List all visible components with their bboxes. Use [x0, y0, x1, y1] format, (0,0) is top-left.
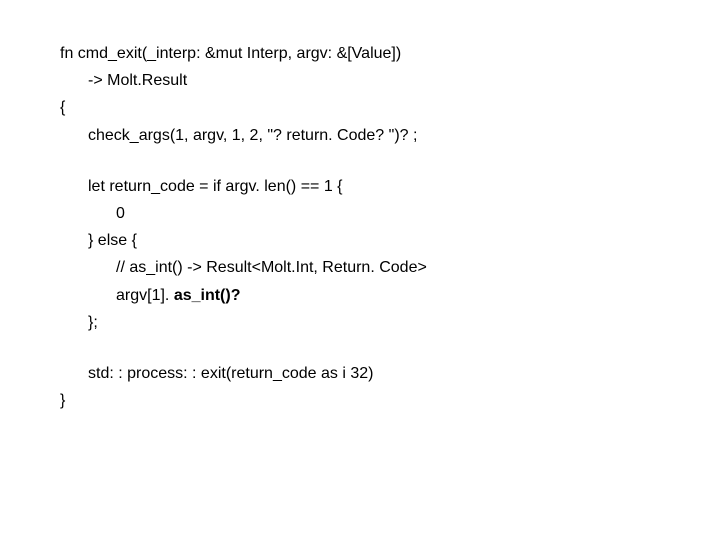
code-line: };	[60, 309, 670, 336]
code-line: // as_int() -> Result<Molt.Int, Return. …	[60, 254, 670, 281]
code-line: } else {	[60, 227, 670, 254]
code-line: std: : process: : exit(return_code as i …	[60, 360, 670, 387]
code-line: {	[60, 94, 670, 121]
code-block: fn cmd_exit(_interp: &mut Interp, argv: …	[0, 0, 720, 434]
blank-line	[60, 149, 670, 173]
code-line: fn cmd_exit(_interp: &mut Interp, argv: …	[60, 40, 670, 67]
code-line: argv[1]. as_int()?	[60, 282, 670, 309]
code-bold: as_int()?	[174, 287, 241, 304]
blank-line	[60, 336, 670, 360]
code-line: -> Molt.Result	[60, 67, 670, 94]
code-line: }	[60, 387, 670, 414]
code-text: argv[1].	[116, 287, 174, 304]
code-line: check_args(1, argv, 1, 2, "? return. Cod…	[60, 122, 670, 149]
code-line: 0	[60, 200, 670, 227]
code-line: let return_code = if argv. len() == 1 {	[60, 173, 670, 200]
